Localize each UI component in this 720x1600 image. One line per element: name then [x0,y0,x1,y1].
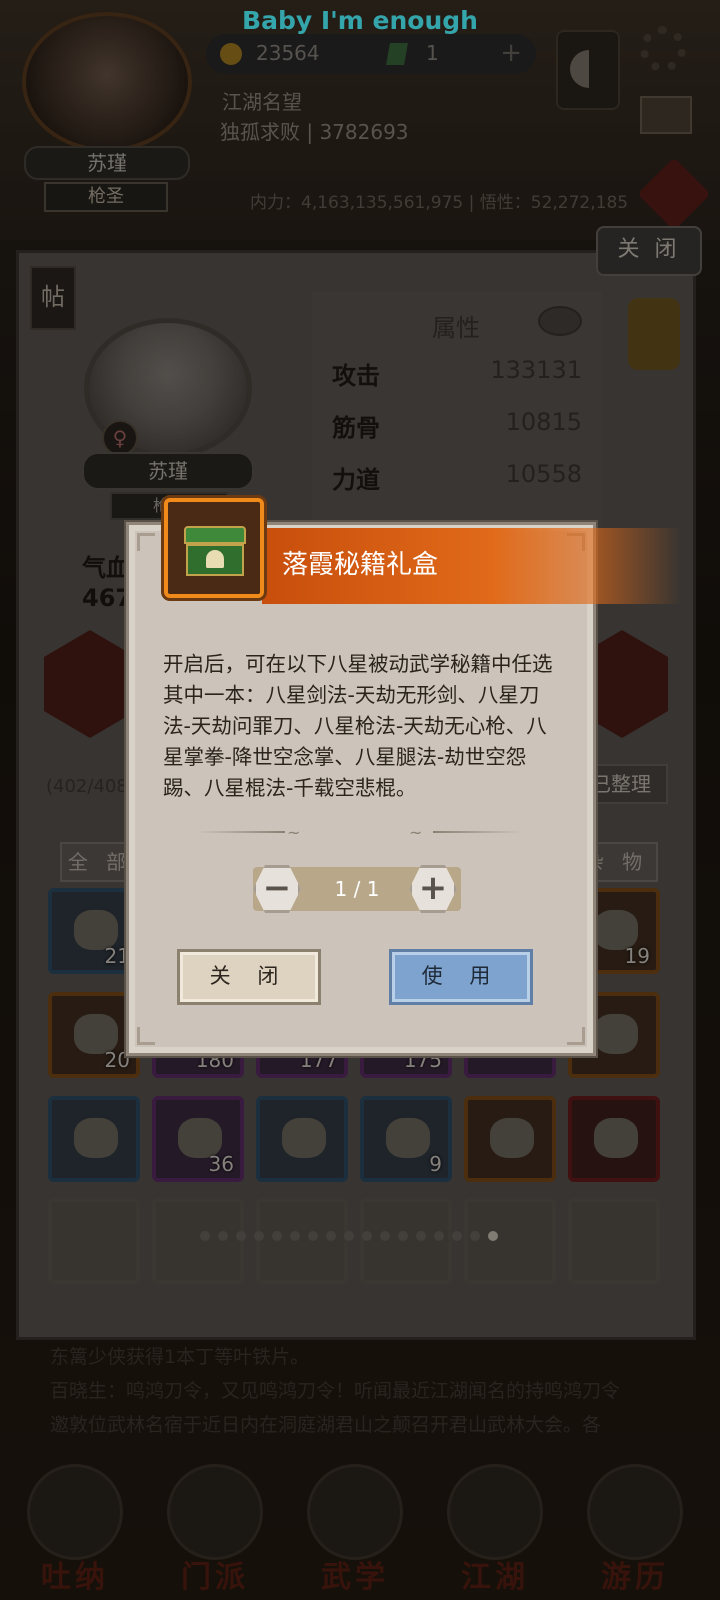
green-treasure-chest-icon [184,526,246,576]
dialog-title: 落霞秘籍礼盒 [282,550,439,580]
divider-ornament: ~ [409,823,423,842]
item-description: 开启后，可在以下八星被动武学秘籍中任选其中一本：八星剑法-天劫无形剑、八星刀法-… [163,652,553,800]
corner-ornament [137,1027,155,1045]
close-button[interactable]: 关 闭 [177,949,321,1005]
use-button[interactable]: 使 用 [389,949,533,1005]
divider [195,831,285,833]
item-icon-frame [164,498,264,598]
corner-ornament [567,1027,585,1045]
divider-ornament: ~ [287,823,301,842]
media-status-text: Baby I'm enough [242,6,478,35]
corner-ornament [137,533,155,551]
divider [433,831,523,833]
